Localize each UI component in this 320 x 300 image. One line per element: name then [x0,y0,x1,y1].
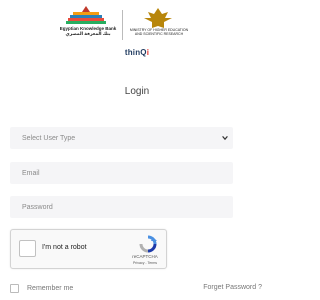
remember-me-label: Remember me [27,285,74,292]
forgot-password-link[interactable]: Forget Password ? [203,284,262,291]
user-type-placeholder: Select User Type [22,134,76,142]
recaptcha-logo-icon [139,235,157,253]
recaptcha-widget: I'm not a robot reCAPTCHA Privacy - Term… [10,229,167,269]
brand-wordmark: thinQi [0,48,274,57]
logo-divider [122,10,123,40]
header-logos: Egyptian Knowledge Bank بنك المعرفة المص… [0,4,274,44]
recaptcha-label: I'm not a robot [42,244,87,251]
ekb-logo-text: Egyptian Knowledge Bank بنك المعرفة المص… [59,26,117,36]
brand-wordmark-accent: i [146,48,150,57]
recaptcha-privacy-links[interactable]: Privacy - Terms [123,261,167,265]
recaptcha-checkbox[interactable] [19,240,36,257]
password-field[interactable]: Password [10,196,233,218]
email-placeholder: Email [22,169,40,177]
brand-wordmark-main: thinQ [124,48,147,57]
remember-me-checkbox[interactable] [10,284,19,293]
recaptcha-brand: reCAPTCHA [132,254,158,259]
user-type-select[interactable]: Select User Type [10,127,233,149]
ekb-logo-icon [66,6,106,24]
email-field[interactable]: Email [10,162,233,184]
password-placeholder: Password [22,203,53,211]
remember-me[interactable]: Remember me [10,284,73,293]
ministry-logo-text: MINISTRY OF HIGHER EDUCATION AND SCIENTI… [129,28,189,36]
chevron-down-icon [222,136,228,141]
ministry-eagle-icon [144,8,172,28]
login-title: Login [124,86,150,97]
